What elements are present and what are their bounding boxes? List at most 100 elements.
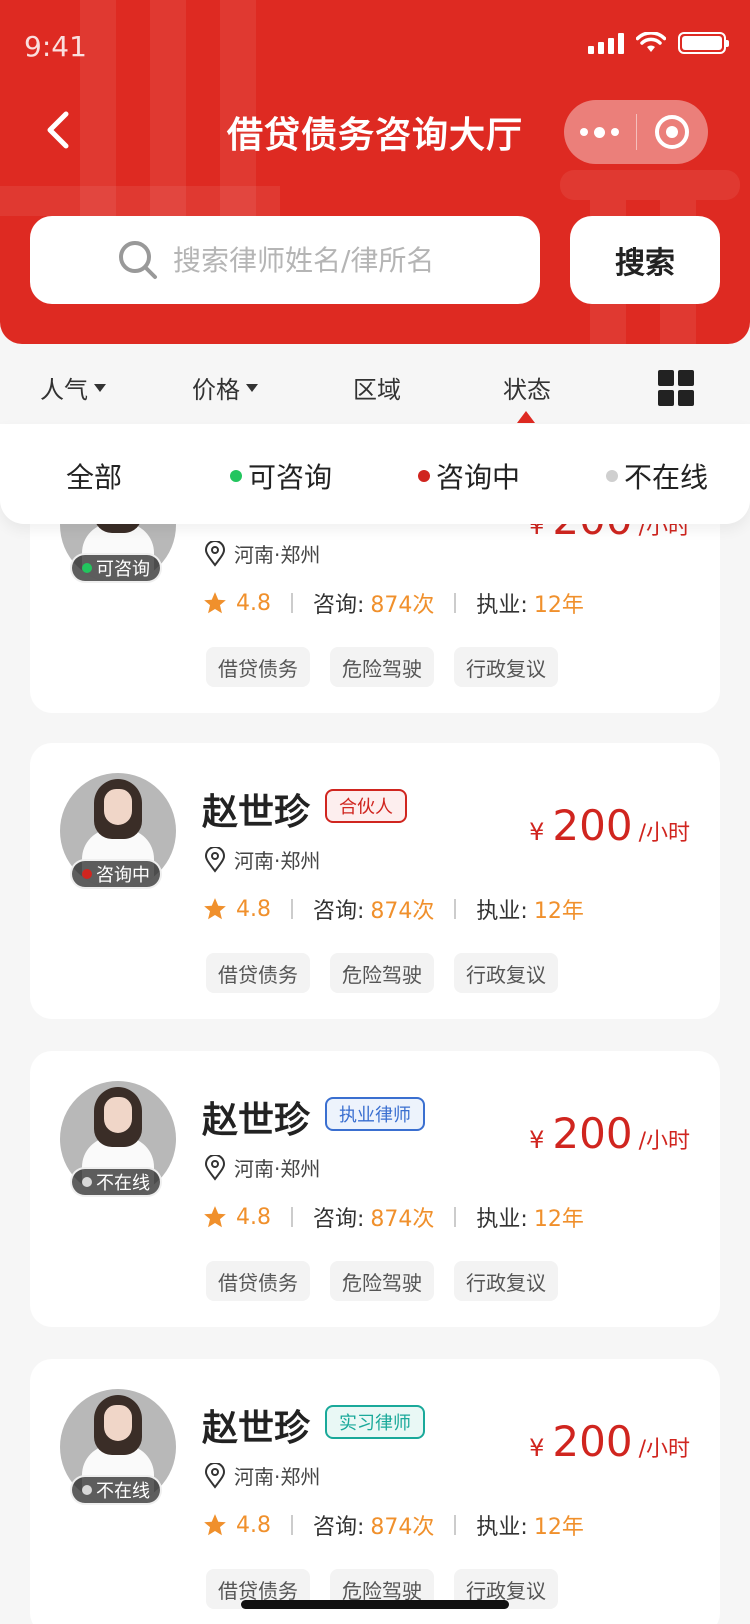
online-status-badge: 咨询中 bbox=[70, 859, 162, 889]
consult-count: 874次 bbox=[370, 1515, 435, 1540]
location-pin-icon bbox=[204, 1154, 226, 1181]
practice-years: 12年 bbox=[533, 1515, 584, 1540]
practice-years: 12年 bbox=[533, 593, 584, 618]
specialty-chip: 借贷债务 bbox=[206, 647, 310, 687]
location-pin-icon bbox=[204, 540, 226, 567]
divider bbox=[454, 593, 457, 613]
lawyer-card[interactable]: 不在线 赵世珍 实习律师 ¥200/小时 河南·郑州 4.8 咨询: 874次 执… bbox=[30, 1359, 720, 1624]
caret-down-icon bbox=[246, 383, 258, 392]
divider bbox=[291, 899, 293, 919]
filter-price[interactable]: 价格 bbox=[192, 370, 258, 405]
specialty-chip: 危险驾驶 bbox=[330, 1261, 434, 1301]
search-input[interactable] bbox=[173, 243, 453, 277]
search-box[interactable] bbox=[30, 216, 540, 304]
status-dot-icon bbox=[82, 869, 92, 879]
filter-label: 区域 bbox=[353, 376, 401, 404]
grid-view-icon[interactable] bbox=[658, 370, 694, 406]
filter-region[interactable]: 区域 bbox=[353, 370, 401, 405]
consult-count: 874次 bbox=[370, 899, 435, 924]
online-status-text: 不在线 bbox=[96, 1173, 150, 1194]
status-dropdown: 全部 可咨询 咨询中 不在线 bbox=[0, 424, 750, 524]
lawyer-stats: 4.8 咨询: 874次 执业: 12年 bbox=[202, 1509, 584, 1541]
status-option-busy[interactable]: 咨询中 bbox=[418, 456, 520, 496]
price-value: 200 bbox=[552, 801, 633, 850]
status-option-available[interactable]: 可咨询 bbox=[230, 456, 332, 496]
price: ¥200/小时 bbox=[529, 801, 690, 850]
price: ¥200/小时 bbox=[529, 1109, 690, 1158]
filter-label: 状态 bbox=[503, 376, 551, 404]
divider bbox=[454, 899, 457, 919]
online-status-badge: 不在线 bbox=[70, 1167, 162, 1197]
divider bbox=[291, 593, 293, 613]
location: 河南·郑州 bbox=[204, 1461, 320, 1490]
more-options-icon[interactable] bbox=[564, 126, 636, 138]
star-icon bbox=[204, 898, 226, 920]
lawyer-stats: 4.8 咨询: 874次 执业: 12年 bbox=[202, 587, 584, 619]
location-text: 河南·郑州 bbox=[234, 1157, 321, 1181]
close-mini-program-icon[interactable] bbox=[637, 115, 709, 149]
status-option-label: 不在线 bbox=[624, 461, 709, 494]
wifi-icon bbox=[636, 32, 666, 52]
practice-years: 12年 bbox=[533, 899, 584, 924]
lawyer-title-tag: 实习律师 bbox=[325, 1405, 425, 1439]
practice-label: 执业: bbox=[476, 593, 528, 618]
star-icon bbox=[204, 1514, 226, 1536]
specialty-chip: 行政复议 bbox=[454, 647, 558, 687]
filter-bar: 人气 价格 区域 状态 bbox=[0, 356, 750, 426]
consult-count: 874次 bbox=[370, 593, 435, 618]
status-option-all[interactable]: 全部 bbox=[66, 456, 122, 496]
online-status-badge: 不在线 bbox=[70, 1475, 162, 1505]
online-status-badge: 可咨询 bbox=[70, 553, 162, 583]
status-dot-icon bbox=[82, 1177, 92, 1187]
location: 河南·郑州 bbox=[204, 539, 320, 568]
filter-popularity[interactable]: 人气 bbox=[40, 370, 106, 405]
practice-label: 执业: bbox=[476, 899, 528, 924]
consult-count: 874次 bbox=[370, 1207, 435, 1232]
online-status-text: 咨询中 bbox=[96, 865, 150, 886]
signal-icon bbox=[588, 32, 624, 54]
location-pin-icon bbox=[204, 1462, 226, 1489]
star-icon bbox=[204, 592, 226, 614]
status-bar-time: 9:41 bbox=[24, 30, 87, 63]
rating-value: 4.8 bbox=[236, 590, 271, 616]
specialty-chips: 借贷债务 危险驾驶 行政复议 bbox=[206, 953, 558, 993]
lawyer-name: 赵世珍 bbox=[202, 792, 311, 833]
lawyer-card[interactable]: 咨询中 赵世珍 合伙人 ¥200/小时 河南·郑州 4.8 咨询: 874次 执业… bbox=[30, 743, 720, 1019]
divider bbox=[454, 1207, 457, 1227]
consult-label: 咨询: bbox=[313, 1207, 365, 1232]
search-button[interactable]: 搜索 bbox=[570, 216, 720, 304]
star-icon bbox=[204, 1206, 226, 1228]
red-dot-icon bbox=[418, 470, 430, 482]
specialty-chip: 行政复议 bbox=[454, 1261, 558, 1301]
location: 河南·郑州 bbox=[204, 845, 320, 874]
status-option-label: 可咨询 bbox=[248, 461, 333, 494]
currency-symbol: ¥ bbox=[529, 1434, 545, 1462]
gray-dot-icon bbox=[606, 470, 618, 482]
lawyer-title-tag: 合伙人 bbox=[325, 789, 407, 823]
specialty-chip: 行政复议 bbox=[454, 953, 558, 993]
header-decoration bbox=[0, 186, 280, 216]
divider bbox=[291, 1207, 293, 1227]
currency-symbol: ¥ bbox=[529, 1126, 545, 1154]
filter-label: 价格 bbox=[192, 376, 240, 404]
filter-status[interactable]: 状态 bbox=[503, 370, 551, 405]
lawyer-card[interactable]: 不在线 赵世珍 执业律师 ¥200/小时 河南·郑州 4.8 咨询: 874次 执… bbox=[30, 1051, 720, 1327]
status-dot-icon bbox=[82, 1485, 92, 1495]
price: ¥200/小时 bbox=[529, 1417, 690, 1466]
divider bbox=[291, 1515, 293, 1535]
status-option-offline[interactable]: 不在线 bbox=[606, 456, 708, 496]
divider bbox=[454, 1515, 457, 1535]
status-option-label: 咨询中 bbox=[436, 461, 521, 494]
price-value: 200 bbox=[552, 1417, 633, 1466]
location-text: 河南·郑州 bbox=[234, 849, 321, 873]
active-filter-indicator bbox=[517, 411, 535, 423]
price-unit: /小时 bbox=[638, 821, 690, 846]
price-unit: /小时 bbox=[638, 1129, 690, 1154]
status-bar-icons bbox=[588, 32, 729, 54]
location-pin-icon bbox=[204, 846, 226, 873]
specialty-chip: 借贷债务 bbox=[206, 1261, 310, 1301]
specialty-chip: 危险驾驶 bbox=[330, 953, 434, 993]
consult-label: 咨询: bbox=[313, 1515, 365, 1540]
specialty-chips: 借贷债务 危险驾驶 行政复议 bbox=[206, 1261, 558, 1301]
specialty-chips: 借贷债务 危险驾驶 行政复议 bbox=[206, 647, 558, 687]
